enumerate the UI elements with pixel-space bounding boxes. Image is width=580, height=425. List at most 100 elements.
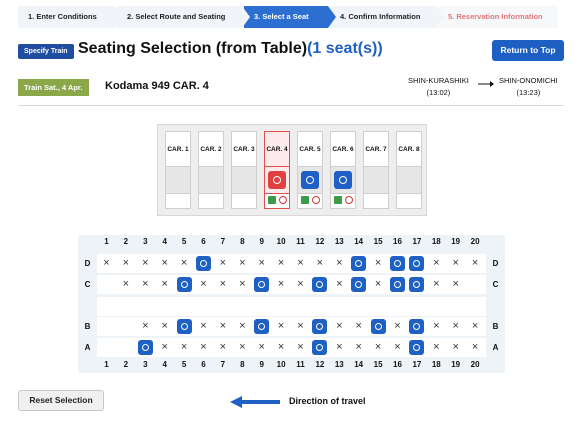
reserved-seat-icon (301, 196, 309, 204)
available-seat[interactable] (310, 338, 329, 357)
step-4: 4. Confirm Information (330, 6, 444, 28)
unavailable-seat-icon: × (433, 320, 440, 332)
unavailable-seat-icon: × (200, 278, 207, 290)
available-seat[interactable] (407, 254, 426, 273)
car-footer (165, 193, 191, 209)
available-circle-icon[interactable] (334, 171, 352, 189)
available-circle-icon[interactable] (301, 171, 319, 189)
unavailable-seat-icon: × (239, 257, 246, 269)
unavailable-seat-icon: × (433, 341, 440, 353)
car-amenity-icons (268, 196, 288, 204)
available-seat[interactable] (252, 317, 271, 336)
unavailable-seat-icon: × (122, 257, 130, 269)
available-seat[interactable] (388, 275, 407, 294)
car-2[interactable]: CAR. 2 (198, 131, 224, 211)
column-number: 7 (220, 237, 226, 246)
row-label: D (492, 259, 499, 268)
car-5[interactable]: CAR. 5 (297, 131, 323, 211)
car-footer (363, 193, 389, 209)
column-number: 20 (470, 360, 480, 369)
available-seat[interactable] (175, 317, 194, 336)
column-number: 14 (354, 237, 364, 246)
unavailable-seat-icon: × (471, 257, 479, 269)
car-label: CAR. 3 (231, 131, 257, 167)
row-label: C (492, 280, 499, 289)
seat-count: (1 seat(s)) (307, 40, 383, 57)
available-seat[interactable] (349, 254, 368, 273)
available-seat[interactable] (407, 317, 426, 336)
available-seat[interactable] (407, 275, 426, 294)
available-seat[interactable] (388, 254, 407, 273)
column-number: 7 (220, 360, 226, 369)
unavailable-seat-icon: × (161, 257, 168, 269)
seat-map: 1 2 3 4 5 6 7 8 9 10 11 12 13 14 15 16 17 18 19 20 1 2 3 4 5 6 7 8 9… (78, 235, 505, 373)
return-to-top-button[interactable]: Return to Top (492, 40, 564, 61)
unavailable-seat-icon: × (433, 257, 440, 269)
car-4[interactable]: CAR. 4 (264, 131, 290, 211)
step-3: 3. Select a Seat (244, 6, 336, 28)
unavailable-seat-icon: × (219, 278, 227, 290)
arrival-info: SHIN-ONOMICHI (13:23) (499, 75, 558, 99)
direction-label: Direction of travel (289, 396, 366, 406)
car-8[interactable]: CAR. 8 (396, 131, 422, 211)
available-seat[interactable] (310, 317, 329, 336)
column-number: 18 (431, 237, 441, 246)
unavailable-seat-icon: × (336, 320, 343, 332)
page-title-text: Seating Selection (from Table) (78, 40, 308, 57)
column-number: 5 (181, 360, 187, 369)
column-number: 12 (315, 237, 325, 246)
column-number: 8 (240, 360, 245, 369)
unavailable-seat-icon: × (219, 341, 227, 353)
column-number: 16 (393, 360, 402, 369)
column-number: 16 (393, 237, 402, 246)
reset-selection-button[interactable]: Reset Selection (18, 390, 104, 411)
unavailable-seat-icon: × (277, 320, 285, 332)
available-seat[interactable] (194, 254, 213, 273)
car-amenity-icons (301, 196, 321, 204)
unavailable-seat-icon: × (258, 257, 265, 269)
column-number: 4 (162, 237, 167, 246)
column-number: 15 (373, 360, 383, 369)
available-seat[interactable] (407, 338, 426, 357)
step-5: 5. Reservation Information (438, 6, 558, 28)
car-7[interactable]: CAR. 7 (363, 131, 389, 211)
unavailable-seat-icon: × (258, 341, 265, 353)
available-seat[interactable] (369, 317, 388, 336)
column-number: 5 (181, 237, 187, 246)
arrival-station: SHIN-ONOMICHI (499, 76, 558, 85)
unavailable-seat-icon: × (374, 278, 382, 290)
available-seat[interactable] (310, 275, 329, 294)
column-number: 8 (240, 237, 245, 246)
unavailable-seat-icon: × (142, 257, 149, 269)
column-number: 6 (201, 237, 206, 246)
step-arrow-icon (242, 6, 250, 28)
available-circle-icon[interactable] (268, 171, 286, 189)
available-seat[interactable] (349, 275, 368, 294)
unavailable-seat-icon: × (336, 278, 343, 290)
column-number: 3 (143, 360, 148, 369)
unavailable-seat-icon: × (277, 341, 285, 353)
car-1[interactable]: CAR. 1 (165, 131, 191, 211)
car-label: CAR. 7 (363, 131, 389, 167)
unavailable-seat-icon: × (161, 278, 168, 290)
car-label: CAR. 4 (264, 131, 290, 167)
column-number: 1 (104, 360, 109, 369)
available-seat[interactable] (175, 275, 194, 294)
unavailable-seat-icon: × (277, 278, 285, 290)
unavailable-seat-icon: × (452, 320, 459, 332)
unavailable-seat-icon: × (297, 341, 304, 353)
car-label: CAR. 5 (297, 131, 323, 167)
car-body (363, 167, 389, 193)
column-number: 10 (276, 360, 286, 369)
car-3[interactable]: CAR. 3 (231, 131, 257, 211)
available-seat[interactable] (252, 275, 271, 294)
available-seat[interactable] (136, 338, 155, 357)
column-number: 2 (123, 237, 129, 246)
divider (18, 105, 564, 106)
column-number: 1 (104, 237, 109, 246)
unavailable-seat-icon: × (142, 278, 149, 290)
no-smoking-icon (345, 196, 353, 204)
column-number: 15 (373, 237, 383, 246)
no-smoking-icon (312, 196, 320, 204)
car-6[interactable]: CAR. 6 (330, 131, 356, 211)
